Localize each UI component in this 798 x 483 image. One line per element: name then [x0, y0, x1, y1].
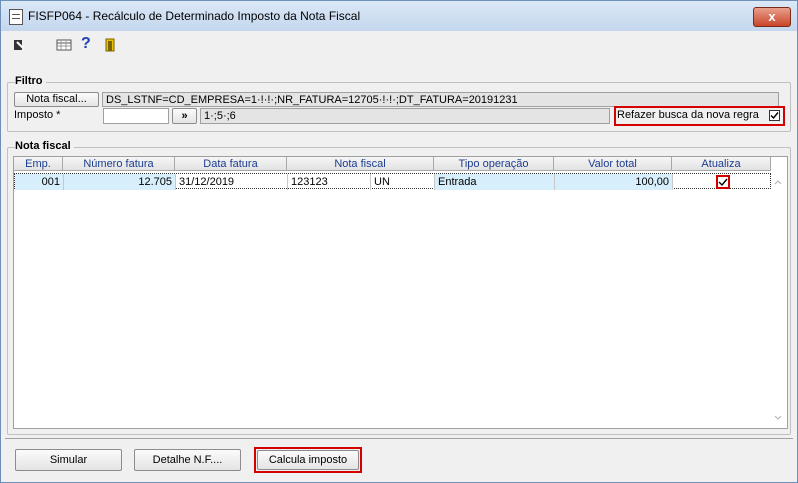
cell-data-fatura: 31/12/2019: [176, 174, 288, 190]
close-button[interactable]: x: [753, 7, 791, 27]
imposto-lookup-button[interactable]: »: [172, 108, 197, 124]
detalhe-nf-button[interactable]: Detalhe N.F....: [134, 449, 241, 471]
vertical-scrollbar[interactable]: [771, 173, 785, 426]
col-atualiza[interactable]: Atualiza: [672, 157, 771, 171]
main-window: FISFP064 - Recálculo de Determinado Impo…: [0, 0, 798, 483]
separator: [5, 438, 793, 439]
cell-tipo-operacao: Entrada: [435, 174, 555, 190]
cell-nota-fiscal: 123123: [288, 174, 371, 190]
grid-header: Emp. Número fatura Data fatura Nota fisc…: [14, 157, 771, 171]
cell-serie: UN: [371, 174, 435, 190]
imposto-value: 1·;5·;6: [200, 108, 610, 124]
document-icon: [9, 9, 23, 25]
cell-numero-fatura: 12.705: [64, 174, 176, 190]
check-icon: [718, 178, 728, 187]
simular-button[interactable]: Simular: [15, 449, 122, 471]
help-icon[interactable]: ?: [81, 35, 97, 52]
col-data-fatura[interactable]: Data fatura: [175, 157, 287, 171]
nota-fiscal-button[interactable]: Nota fiscal...: [14, 92, 99, 107]
cell-valor-total: 100,00: [555, 174, 673, 190]
imposto-label: Imposto *: [14, 109, 61, 121]
detalhe-nf-label: Detalhe N.F....: [152, 454, 223, 466]
filtro-group-label: Filtro: [15, 75, 46, 87]
col-tipo-operacao[interactable]: Tipo operação: [434, 157, 554, 171]
simular-label: Simular: [49, 454, 88, 466]
calcula-imposto-label: Calcula imposto: [268, 454, 348, 466]
calcula-imposto-button[interactable]: Calcula imposto: [257, 450, 359, 470]
scroll-up-icon[interactable]: [774, 179, 782, 185]
col-nota-fiscal[interactable]: Nota fiscal: [287, 157, 434, 171]
col-emp[interactable]: Emp.: [14, 157, 63, 171]
window-title: FISFP064 - Recálculo de Determinado Impo…: [28, 9, 361, 23]
col-numero-fatura[interactable]: Número fatura: [63, 157, 175, 171]
check-icon: [770, 112, 779, 120]
table-icon[interactable]: [56, 37, 72, 53]
toolbar: ?: [1, 33, 797, 59]
table-row[interactable]: 001 12.705 31/12/2019 123123 UN Entrada …: [14, 173, 772, 190]
title-bar: FISFP064 - Recálculo de Determinado Impo…: [1, 1, 797, 31]
col-valor-total[interactable]: Valor total: [554, 157, 672, 171]
exit-door-icon[interactable]: [102, 37, 118, 53]
cell-emp: 001: [15, 174, 64, 190]
cell-atualiza: [673, 174, 772, 190]
scroll-down-icon[interactable]: [774, 415, 782, 421]
refazer-checkbox[interactable]: [769, 110, 780, 121]
arrow-cursor-icon[interactable]: [11, 37, 27, 53]
atualiza-checkbox[interactable]: [718, 177, 728, 187]
imposto-input[interactable]: [103, 108, 169, 124]
refazer-label: Refazer busca da nova regra: [617, 109, 759, 121]
nota-grid: Emp. Número fatura Data fatura Nota fisc…: [13, 156, 788, 429]
nota-fiscal-value: DS_LSTNF=CD_EMPRESA=1·!·!·;NR_FATURA=127…: [102, 92, 779, 107]
nota-fiscal-group-label: Nota fiscal: [15, 140, 74, 152]
